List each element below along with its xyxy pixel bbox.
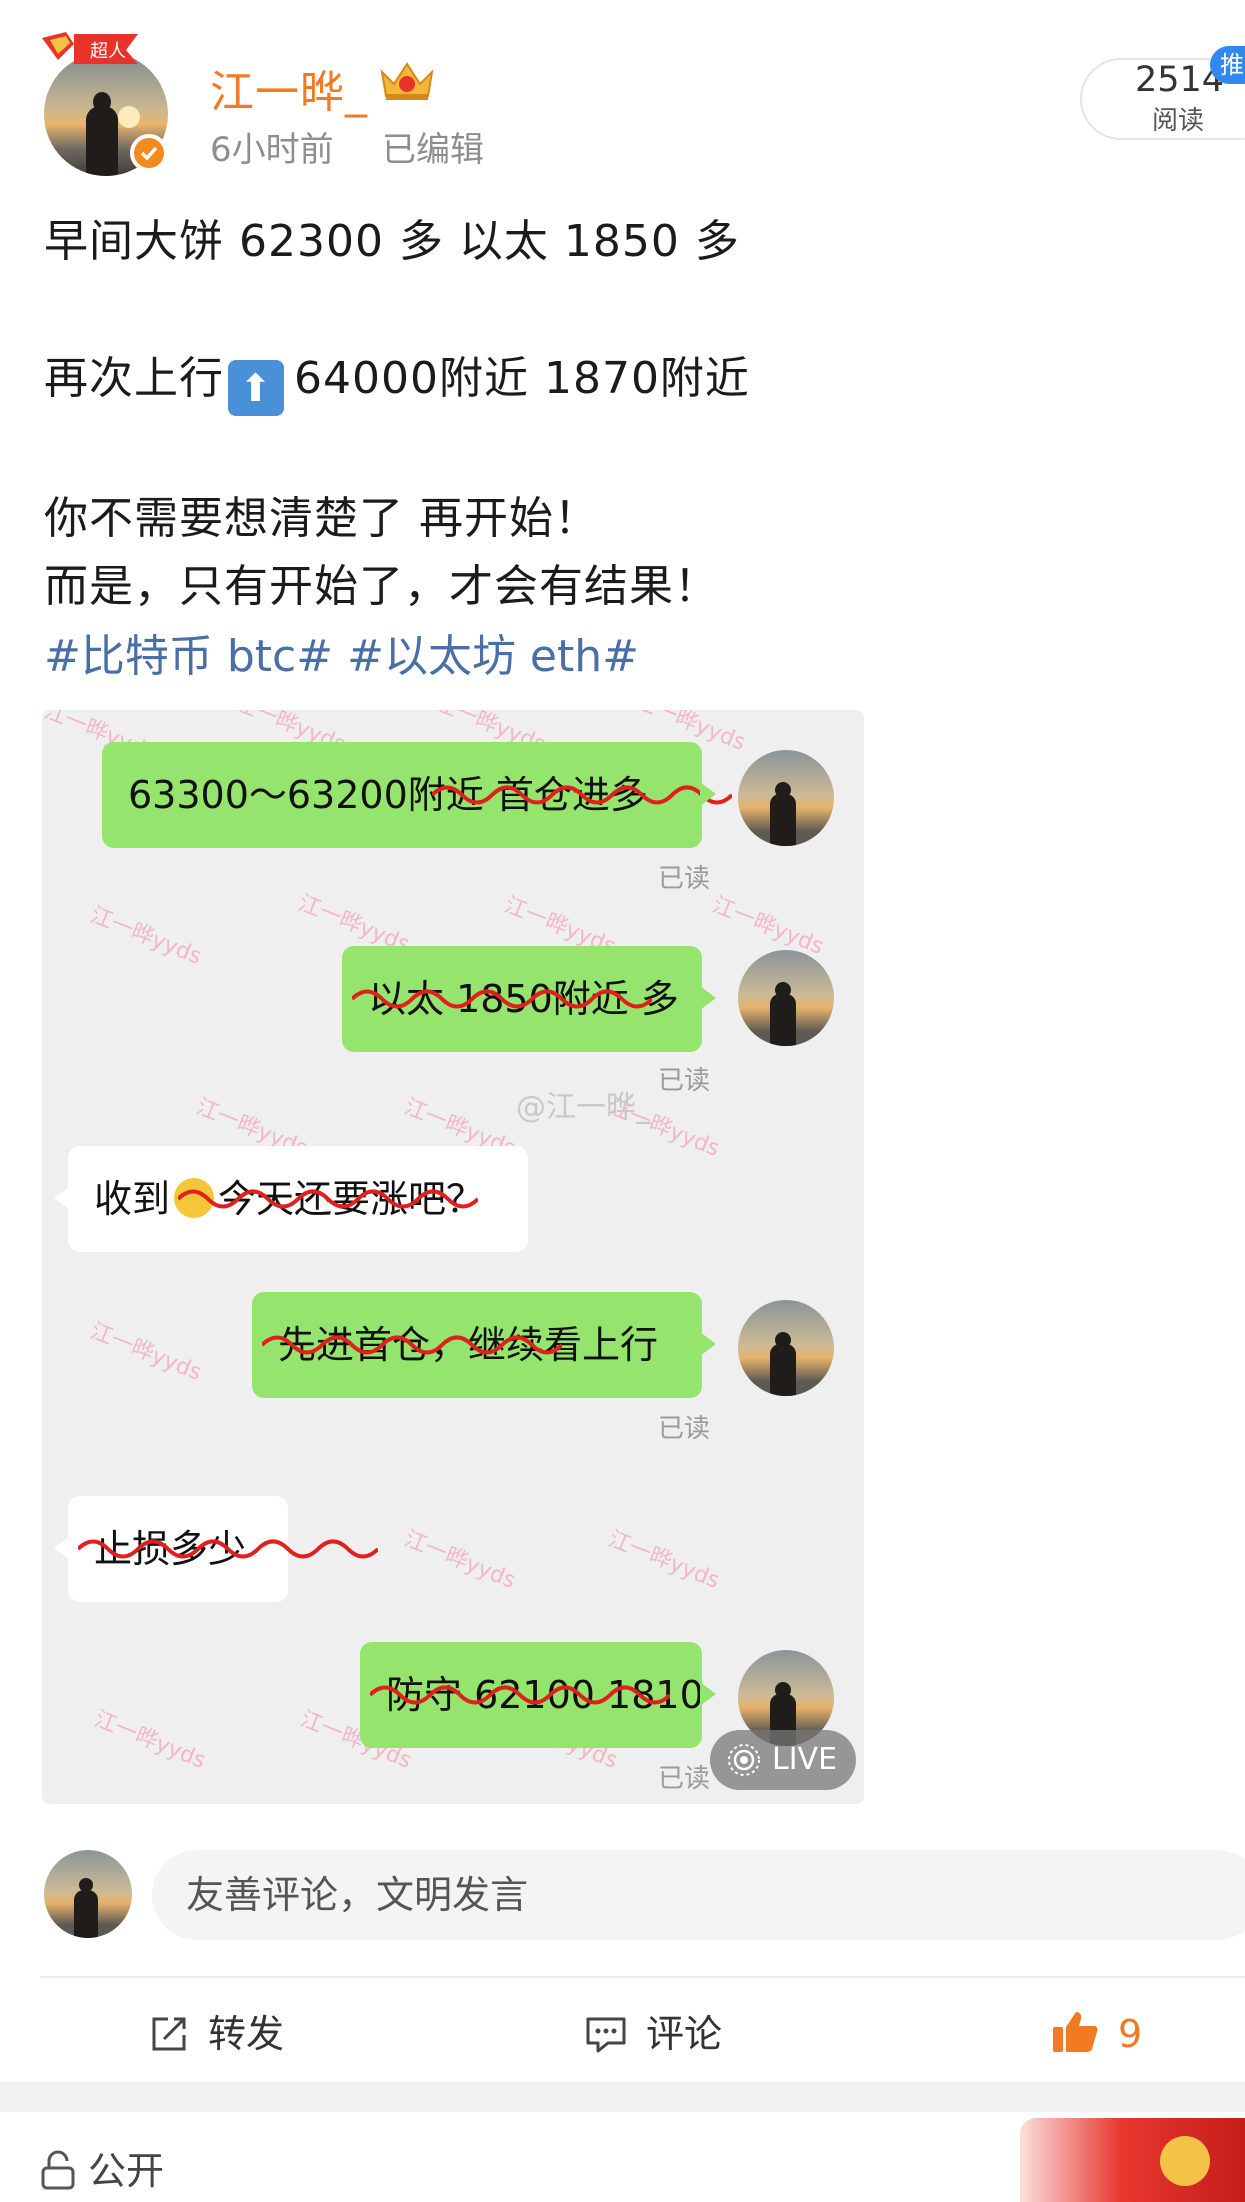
divider bbox=[40, 1976, 1245, 1978]
read-status: 已读 bbox=[658, 1414, 711, 1444]
chat-bubble-right: 先进首仓，继续看上行 bbox=[252, 1292, 716, 1398]
chat-avatar bbox=[738, 1300, 834, 1396]
super-badge-icon: 超人 bbox=[42, 32, 138, 64]
watermark: 江一晔yyds bbox=[86, 1318, 205, 1386]
strike-scribble bbox=[432, 780, 732, 810]
strike-scribble bbox=[178, 1184, 478, 1214]
live-label: LIVE bbox=[772, 1742, 838, 1777]
chat-avatar bbox=[738, 950, 834, 1046]
strike-scribble bbox=[370, 1680, 670, 1710]
live-photo-badge[interactable]: LIVE bbox=[710, 1730, 856, 1790]
post-line-4: 而是，只有开始了，才会有结果！ bbox=[44, 561, 719, 612]
post-line-2-text: 再次上行 bbox=[44, 353, 224, 404]
post-line-2-targets: 64000附近 1870附近 bbox=[294, 353, 750, 404]
like-icon bbox=[1053, 2012, 1098, 2052]
chat-bubble-left: 止损多少 bbox=[54, 1496, 288, 1602]
post-line-2: 再次上行 ⬆ 64000附近 1870附近 bbox=[44, 342, 750, 416]
current-user-avatar bbox=[44, 1850, 132, 1938]
chat-bubble-right: 以太 1850附近 多 bbox=[342, 946, 716, 1052]
chat-bubble-left: 收到 今天还要涨吧？ bbox=[54, 1146, 528, 1252]
watermark: 江一晔yyds bbox=[400, 1526, 519, 1594]
edited-label[interactable]: 已编辑 bbox=[382, 122, 484, 171]
repost-button[interactable]: 转发 bbox=[148, 2004, 284, 2064]
crown-icon bbox=[380, 62, 434, 100]
strike-scribble bbox=[78, 1534, 378, 1564]
watermark: 江一晔yyds bbox=[90, 1706, 209, 1774]
comment-icon bbox=[586, 2017, 626, 2053]
repost-icon bbox=[152, 2017, 186, 2051]
chat-message-text: 收到 bbox=[94, 1177, 171, 1221]
lock-icon bbox=[41, 2150, 75, 2190]
post-line-3: 你不需要想清楚了 再开始！ bbox=[44, 493, 599, 544]
section-separator bbox=[0, 2082, 1245, 2112]
read-status: 已读 bbox=[658, 1764, 711, 1794]
repost-label: 转发 bbox=[208, 2012, 285, 2056]
chat-avatar bbox=[738, 750, 834, 846]
chat-bubble-right: 防守 62100 1810 bbox=[360, 1642, 716, 1748]
like-button[interactable]: 9 bbox=[1050, 2004, 1142, 2064]
up-arrow-emoji-icon: ⬆ bbox=[228, 360, 284, 416]
super-badge-label: 超人 bbox=[90, 41, 126, 62]
post-hashtags[interactable]: #比特币 btc# #以太坊 eth# bbox=[44, 620, 639, 684]
comment-label: 评论 bbox=[646, 2012, 723, 2056]
watermark: 江一晔yyds bbox=[604, 1526, 723, 1594]
watermark: 江一晔yyds bbox=[708, 892, 827, 960]
read-status: 已读 bbox=[658, 1066, 711, 1096]
push-badge[interactable]: 推 bbox=[1210, 46, 1245, 84]
visibility-indicator[interactable]: 公开 bbox=[40, 2140, 164, 2195]
visibility-label: 公开 bbox=[88, 2149, 165, 2193]
strike-scribble bbox=[262, 1330, 562, 1360]
chat-screenshot-image[interactable]: 江一晔yyds 江一晔yyds 江一晔yyds 江一晔yyds 江一晔yyds … bbox=[42, 710, 864, 1804]
live-icon bbox=[728, 1744, 760, 1776]
comment-button[interactable]: 评论 bbox=[584, 2004, 722, 2064]
verified-icon bbox=[130, 134, 168, 172]
read-label: 阅读 bbox=[1152, 106, 1205, 136]
read-status: 已读 bbox=[658, 864, 711, 894]
weibo-watermark: @江一晔_ bbox=[516, 1090, 651, 1125]
author-name[interactable]: 江一晔_ bbox=[210, 56, 368, 120]
chat-bubble-right: 63300～63200附近 首仓进多 bbox=[102, 742, 702, 848]
promo-banner-image[interactable] bbox=[1020, 2118, 1245, 2202]
post-line-1: 早间大饼 62300 多 以太 1850 多 bbox=[44, 216, 740, 267]
comment-input[interactable]: 友善评论，文明发言 bbox=[152, 1850, 1245, 1940]
post-time: 6小时前 bbox=[210, 130, 334, 170]
watermark: 江一晔yyds bbox=[86, 902, 205, 970]
like-count: 9 bbox=[1118, 2012, 1143, 2056]
strike-scribble bbox=[352, 984, 652, 1014]
